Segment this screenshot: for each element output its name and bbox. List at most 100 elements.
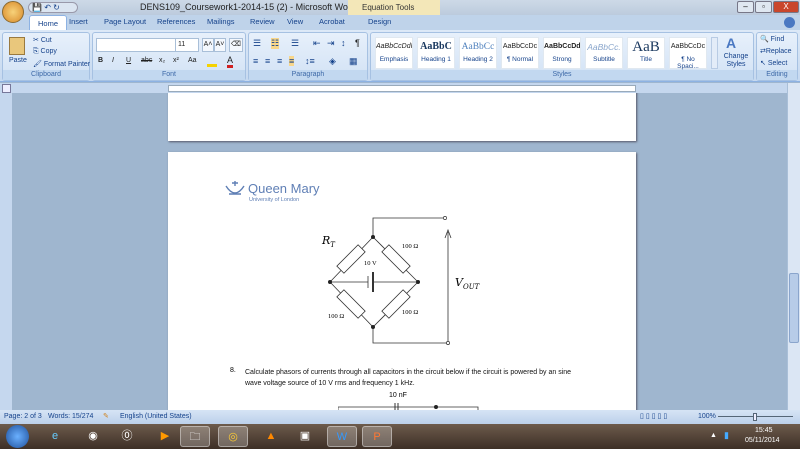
replace-button[interactable]: ⇄Replace (760, 47, 792, 55)
align-left-icon[interactable]: ≡ (253, 56, 258, 66)
italic-button[interactable]: I (112, 57, 114, 64)
font-group: 11 A˄ A˅ ⌫ B I U abc x₂ x² Aa A Font (92, 32, 246, 81)
decrease-indent-icon[interactable]: ⇤ (313, 38, 321, 49)
tab-design[interactable]: Design (368, 17, 391, 26)
equation-tools-context: Equation Tools (348, 0, 440, 15)
strikethrough-button[interactable]: abc (141, 57, 152, 64)
tab-acrobat[interactable]: Acrobat (319, 17, 345, 26)
ribbon-tabs: Home Insert Page Layout References Maili… (0, 15, 800, 30)
office-button[interactable] (2, 1, 24, 23)
start-button[interactable] (6, 425, 29, 448)
close-button[interactable]: X (773, 1, 799, 13)
chrome-icon[interactable]: ◎ (218, 426, 248, 447)
multilevel-list-icon[interactable]: ☰ (291, 38, 299, 49)
align-center-icon[interactable]: ≡ (265, 56, 270, 66)
find-button[interactable]: 🔍 Find (760, 35, 784, 43)
tab-references[interactable]: References (157, 17, 195, 26)
format-painter-button[interactable]: 🖌 Format Painter (33, 60, 90, 68)
redo-icon[interactable]: ↻ (53, 3, 60, 12)
line-spacing-icon[interactable]: ↕≡ (305, 56, 315, 66)
word-icon[interactable]: W (327, 426, 357, 447)
tab-home[interactable]: Home (29, 15, 68, 30)
resistor-label-bottom-left: 100 Ω (328, 313, 345, 320)
quick-access-toolbar[interactable]: 💾 ↶ ↻ (28, 2, 78, 13)
style-heading-2[interactable]: AaBbCc Heading 2 (459, 37, 497, 69)
network-icon[interactable]: ▮ (724, 430, 729, 441)
shading-icon[interactable]: ◈ (329, 56, 336, 67)
change-case-button[interactable]: Aa (188, 57, 197, 64)
maximize-button[interactable]: ▫ (755, 1, 772, 13)
style-subtitle[interactable]: AaBbCc. Subtitle (585, 37, 623, 69)
undo-icon[interactable]: ↶ (44, 3, 51, 12)
show-formatting-button[interactable]: ¶ (355, 38, 360, 48)
copy-button[interactable]: ⎘ Copy (33, 48, 57, 56)
bold-button[interactable]: B (98, 57, 103, 64)
style-title[interactable]: AaB Title (627, 37, 665, 69)
increase-indent-icon[interactable]: ⇥ (327, 38, 335, 49)
font-name-select[interactable] (96, 38, 176, 52)
tab-mailings[interactable]: Mailings (207, 17, 235, 26)
language[interactable]: English (United States) (120, 413, 192, 420)
change-styles-icon[interactable]: A (726, 35, 736, 51)
media-player-icon[interactable]: ▶ (150, 426, 180, 447)
tab-selector[interactable] (2, 84, 11, 93)
font-size-select[interactable]: 11 (175, 38, 199, 52)
page-2[interactable]: Queen Mary University of London RT 100 Ω… (168, 152, 636, 410)
hp-icon[interactable]: ⓪ (112, 426, 142, 447)
styles-scroll[interactable] (711, 37, 718, 69)
cut-button[interactable]: ✂ Cut (33, 36, 52, 44)
align-right-icon[interactable]: ≡ (277, 56, 282, 66)
shrink-font-button[interactable]: A˅ (214, 38, 226, 52)
style-strong[interactable]: AaBbCcDdI Strong (543, 37, 581, 69)
styles-group: AaBbCcDdI Emphasis AaBbC Heading 1 AaBbCc H… (370, 32, 754, 81)
zoom-slider-thumb[interactable] (753, 413, 757, 421)
question-text[interactable]: Calculate phasors of currents through al… (245, 367, 585, 389)
underline-button[interactable]: U (126, 57, 131, 64)
proofing-icon[interactable]: ✎ (103, 412, 109, 420)
help-icon[interactable] (784, 17, 795, 28)
vertical-scrollbar[interactable] (787, 83, 800, 410)
powerpoint-icon[interactable]: P (362, 426, 392, 447)
tray-arrow-icon[interactable]: ▲ (710, 432, 717, 439)
clear-formatting-button[interactable]: ⌫ (229, 38, 243, 52)
tab-view[interactable]: View (287, 17, 303, 26)
view-buttons[interactable]: ▯▯▯▯▯ (640, 412, 669, 420)
word-count[interactable]: Words: 15/274 (48, 413, 93, 420)
horizontal-ruler[interactable] (168, 85, 636, 92)
bullets-icon[interactable]: ☰ (253, 38, 261, 49)
save-icon[interactable]: 💾 (32, 3, 42, 12)
paste-button[interactable]: Paste (9, 57, 27, 64)
minimize-button[interactable]: – (737, 1, 754, 13)
page-count[interactable]: Page: 2 of 3 (4, 413, 42, 420)
clock-time[interactable]: 15:45 (755, 427, 773, 434)
app-icon[interactable]: ▣ (290, 426, 320, 447)
numbering-icon[interactable]: ☷ (271, 38, 280, 49)
tab-insert[interactable]: Insert (69, 17, 88, 26)
style-normal[interactable]: AaBbCcDc ¶ Normal (501, 37, 539, 69)
change-styles-button[interactable]: Change Styles (719, 53, 753, 69)
style-emphasis[interactable]: AaBbCcDdI Emphasis (375, 37, 413, 69)
font-color-icon[interactable]: A (227, 55, 234, 68)
superscript-button[interactable]: x² (173, 57, 179, 64)
grow-font-button[interactable]: A˄ (202, 38, 214, 52)
ribbon: Paste ✂ Cut ⎘ Copy 🖌 Format Painter Clip… (0, 30, 800, 82)
clock-date[interactable]: 05/11/2014 (745, 437, 780, 444)
borders-icon[interactable]: ▦ (349, 56, 358, 67)
highlight-icon[interactable] (207, 57, 217, 67)
vlc-icon[interactable]: ▲ (256, 426, 286, 447)
subscript-button[interactable]: x₂ (159, 57, 165, 64)
style-no-spacing[interactable]: AaBbCcDc ¶ No Spaci... (669, 37, 707, 70)
select-button[interactable]: ↖ Select (760, 59, 787, 67)
media-icon[interactable]: ◉ (78, 426, 108, 447)
style-heading-1[interactable]: AaBbC Heading 1 (417, 37, 455, 69)
tab-page-layout[interactable]: Page Layout (104, 17, 146, 26)
justify-icon[interactable]: ≡ (289, 56, 295, 66)
explorer-icon[interactable]: 🗀 (180, 426, 210, 447)
sort-icon[interactable]: ↕ (341, 38, 346, 48)
scrollbar-thumb[interactable] (789, 273, 799, 343)
vertical-ruler[interactable] (0, 93, 12, 410)
tab-review[interactable]: Review (250, 17, 275, 26)
ie-icon[interactable]: e (40, 426, 70, 447)
zoom-level[interactable]: 100% (698, 413, 716, 420)
clipboard-group: Paste ✂ Cut ⎘ Copy 🖌 Format Painter Clip… (2, 32, 90, 81)
